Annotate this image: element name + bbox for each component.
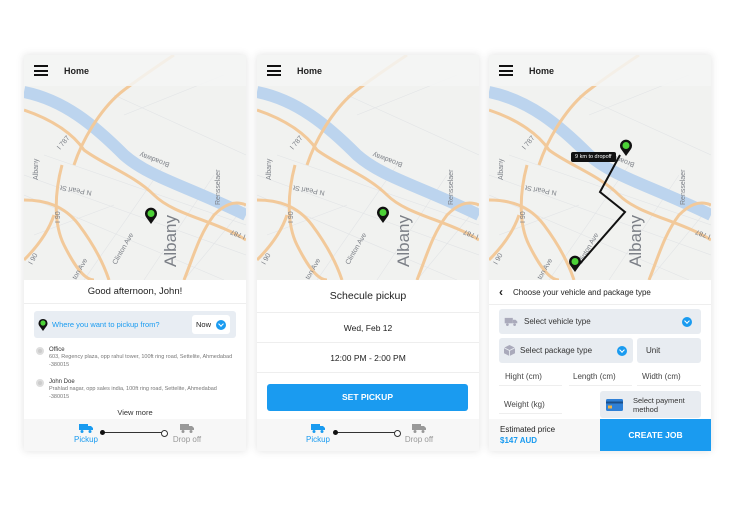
truck-icon [504,317,518,326]
header-title: Home [297,65,323,76]
map[interactable]: Albany N Pearl St Broadway Rensselaer I … [24,55,246,280]
panel-title: Choose your vehicle and package type [513,287,651,297]
chevron-down-icon [617,345,627,356]
chevron-down-icon [682,316,692,327]
screen-pickup-home: Albany N Pearl St Broadway Rensselaer I … [24,55,246,451]
pickup-pin-icon [569,255,581,272]
map-label-i90: I 90 [55,211,62,223]
menu-icon[interactable] [499,65,513,76]
job-footer: Estimated price $147 AUD CREATE JOB [489,419,711,451]
payment-method-select[interactable]: Select payment method [600,391,701,418]
tab-dropoff[interactable]: Drop off [399,423,439,444]
tab-dropoff[interactable]: Drop off [167,423,207,444]
tab-dropoff-label: Drop off [404,435,434,444]
map-label-albany-small: Albany [266,158,273,180]
dropoff-pin-icon [620,139,632,156]
time-range-selector[interactable]: 12:00 PM - 2:00 PM [257,343,479,373]
payment-method-label: Select payment method [633,395,685,414]
package-box-icon [504,345,515,356]
date-selector[interactable]: Wed, Feb 12 [257,313,479,343]
set-pickup-button[interactable]: SET PICKUP [267,384,468,411]
app-header: Home [24,55,246,86]
package-type-select[interactable]: Select package type [499,338,633,363]
back-arrow-icon[interactable]: ‹ [499,285,503,299]
panel-header: ‹ Choose your vehicle and package type [489,280,711,305]
truck-icon [412,424,426,433]
app-header: Home [257,55,479,86]
credit-card-icon [606,398,623,411]
create-job-button[interactable]: CREATE JOB [600,419,711,451]
pickup-location-box[interactable]: Where you want to pickup from? Now [34,311,236,338]
tab-pickup-label: Pickup [73,435,98,444]
package-type-value: Select package type [520,346,593,355]
map-label-rensselaer: Rensselaer [448,169,455,205]
unit-label: Unit [646,346,661,355]
map-label-i90: I 90 [288,211,295,223]
list-item[interactable]: Office 603, Regency plaza, opp rahul tow… [36,347,236,369]
step-nav: Pickup Drop off [24,419,246,451]
map-label-rensselaer: Rensselaer [215,169,222,205]
estimated-price-label: Estimated price [500,425,556,434]
menu-icon[interactable] [34,65,48,76]
time-select[interactable]: Now [192,315,230,334]
tab-dropoff-label: Drop off [172,435,202,444]
address-text: 603, Regency plaza, opp rahul tower, 100… [49,354,233,368]
unit-select[interactable]: Unit [637,338,701,363]
list-item[interactable]: John Doe Prahlad nagar, opp sales india,… [36,379,236,401]
estimated-price-value: $147 AUD [500,436,538,445]
map-label-albany-big: Albany [161,215,180,267]
tab-pickup[interactable]: Pickup [298,423,338,444]
location-pin-icon [377,206,389,223]
panel-title: Schecule pickup [257,280,479,313]
truck-icon [311,424,325,433]
map-label-albany-big: Albany [394,215,413,267]
map[interactable]: Albany N Pearl St Broadway Rensselaer I … [257,55,479,280]
step-nav: Pickup Drop off [257,419,479,451]
time-select-value: Now [196,320,212,329]
route-distance-tooltip: 9 km to dropoff [571,152,616,162]
vehicle-type-value: Select vehicle type [524,317,591,326]
location-circle-icon [36,347,44,355]
address-text: Prahlad nagar, opp sales india, 100ft ri… [49,386,217,400]
chevron-down-icon [216,319,226,330]
location-circle-icon [36,379,44,387]
progress-track [333,429,401,437]
view-more-link[interactable]: View more [24,408,246,417]
header-title: Home [529,65,555,76]
map-label-albany-small: Albany [33,158,40,180]
menu-icon[interactable] [267,65,281,76]
map-canvas[interactable]: Albany N Pearl St Broadway Rensselaer I … [24,55,246,280]
map-canvas[interactable]: Albany N Pearl St Broadway Rensselaer I … [257,55,479,280]
vehicle-type-select[interactable]: Select vehicle type [499,309,701,334]
screen-schedule-pickup: Albany N Pearl St Broadway Rensselaer I … [257,55,479,451]
location-pin-icon [38,318,48,331]
greeting: Good afternoon, John! [24,280,246,304]
location-pin-icon [145,207,157,224]
app-header: Home [489,55,711,86]
weight-input[interactable]: Weight (kg) [499,400,562,414]
length-input[interactable]: Length (cm) [569,372,632,386]
tab-pickup-label: Pickup [305,435,330,444]
progress-track [100,429,168,437]
route-line [576,154,627,268]
width-input[interactable]: Width (cm) [637,372,701,386]
pickup-prompt[interactable]: Where you want to pickup from? [52,320,160,329]
truck-icon [180,424,194,433]
truck-icon [79,424,93,433]
height-input[interactable]: Hight (cm) [499,372,562,386]
screen-vehicle-package: Albany N Pearl St Broadway Rensselaer I … [489,55,711,451]
header-title: Home [64,65,90,76]
